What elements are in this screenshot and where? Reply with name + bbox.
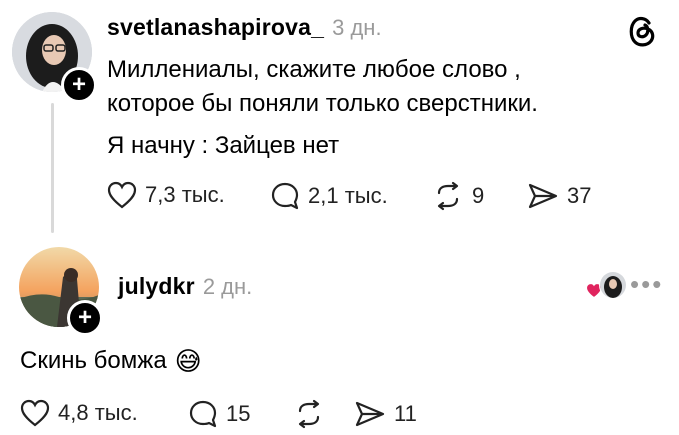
- reply-username[interactable]: julydkr: [118, 273, 195, 300]
- reply-repost-button[interactable]: [293, 399, 333, 429]
- post-reply-button[interactable]: 2,1 тыс.: [270, 181, 388, 211]
- post-share-count: 37: [567, 183, 592, 208]
- reply-reply-count: 15: [226, 401, 251, 426]
- threads-logo-icon[interactable]: [626, 14, 658, 53]
- post-text-line-1: Миллениалы, скажите любое слово ,: [107, 56, 521, 83]
- post-repost-button[interactable]: 9: [432, 181, 484, 211]
- repost-icon: [437, 181, 459, 211]
- mini-avatar: [599, 271, 627, 299]
- post-text-line-2: которое бы поняли только сверстники.: [107, 90, 538, 117]
- send-icon: [528, 183, 558, 209]
- follow-plus-button[interactable]: +: [61, 67, 97, 103]
- post-username[interactable]: svetlanashapirova_: [107, 14, 324, 41]
- send-icon: [355, 401, 385, 427]
- more-options-icon[interactable]: •••: [630, 269, 663, 300]
- heart-icon: [20, 399, 50, 427]
- reply-share-count: 11: [394, 401, 417, 426]
- reply-like-count: 4,8 тыс.: [58, 400, 138, 425]
- post-share-button[interactable]: 37: [527, 181, 591, 211]
- reply-header: julydkr 2 дн.: [118, 273, 252, 300]
- post-like-count: 7,3 тыс.: [145, 182, 225, 207]
- liked-by-author-indicator: [586, 271, 627, 303]
- post-like-button[interactable]: 7,3 тыс.: [107, 181, 225, 209]
- reply-timestamp: 2 дн.: [202, 274, 253, 299]
- reply-reply-button[interactable]: 15: [188, 399, 250, 429]
- comment-icon: [189, 400, 217, 428]
- heart-icon: [107, 181, 137, 209]
- reply-text-row: Скинь бомжа 😅: [20, 343, 202, 379]
- post-header: svetlanashapirova_ 3 дн.: [107, 14, 382, 41]
- thread-connector-line: [51, 103, 54, 233]
- repost-icon: [298, 399, 320, 429]
- post-repost-count: 9: [472, 183, 485, 208]
- comment-icon: [271, 182, 299, 210]
- reply-text: Скинь бомжа: [20, 347, 167, 374]
- post-text-line-3: Я начну : Зайцев нет: [107, 132, 340, 159]
- follow-plus-button-reply[interactable]: +: [67, 300, 103, 336]
- reply-share-button[interactable]: 11: [354, 399, 417, 429]
- sweat-smile-emoji: 😅: [174, 346, 202, 376]
- reply-like-button[interactable]: 4,8 тыс.: [20, 399, 138, 427]
- post-reply-count: 2,1 тыс.: [308, 183, 388, 208]
- post-timestamp: 3 дн.: [332, 15, 382, 40]
